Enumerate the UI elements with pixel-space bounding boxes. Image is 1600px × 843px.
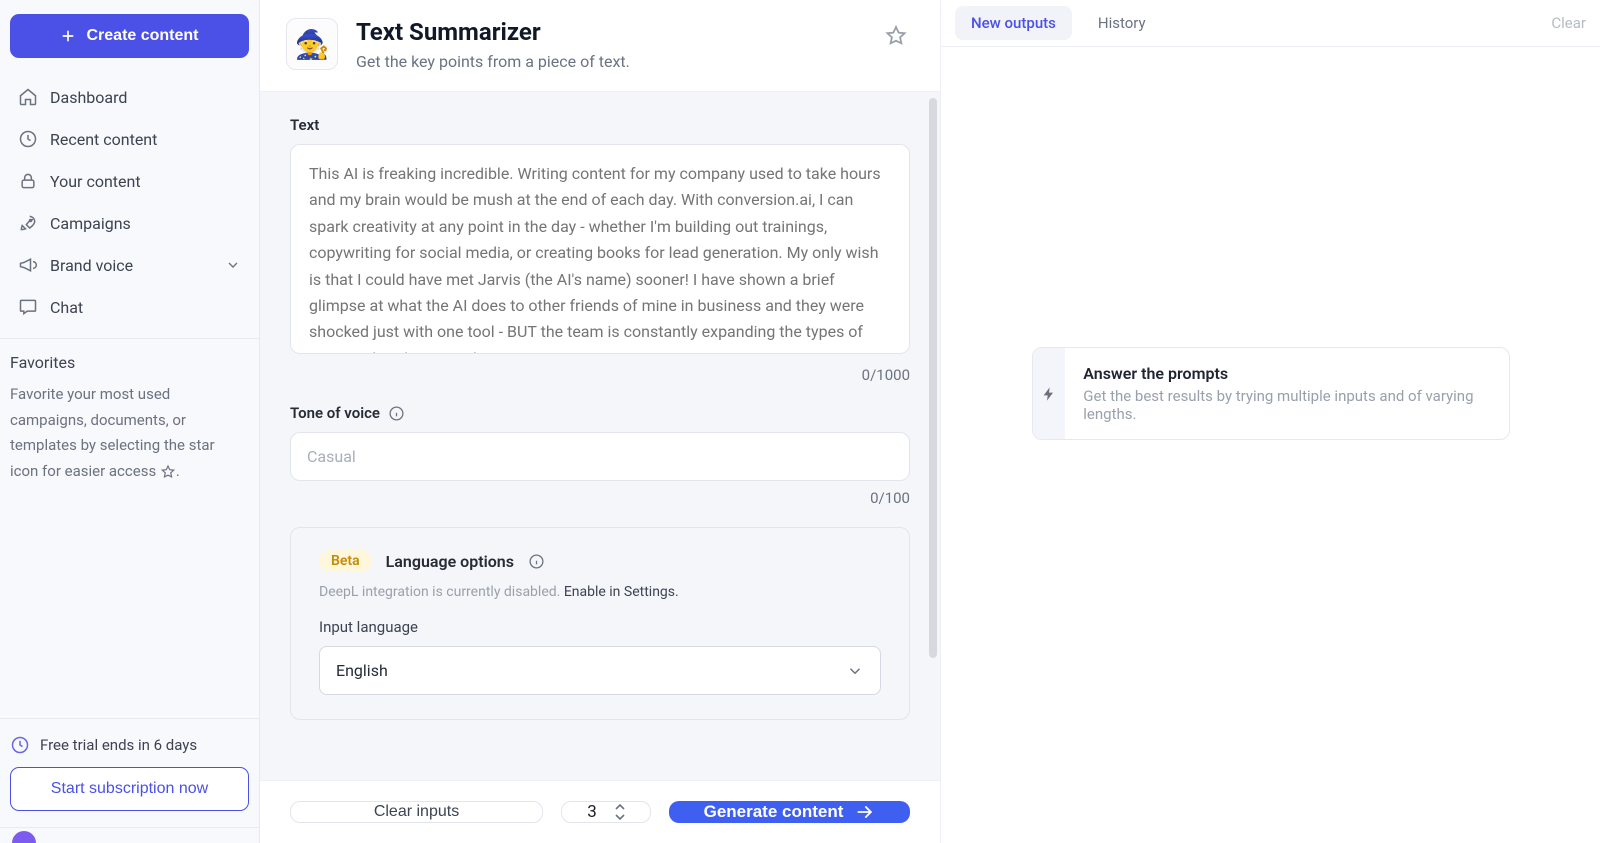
tone-input[interactable] bbox=[290, 432, 910, 481]
sidebar-item-label: Dashboard bbox=[50, 88, 127, 107]
info-icon[interactable] bbox=[528, 553, 545, 570]
output-count-value: 3 bbox=[587, 802, 597, 822]
trial-text: Free trial ends in 6 days bbox=[40, 736, 197, 754]
template-icon: 🧙 bbox=[286, 18, 338, 70]
chevron-up-icon[interactable] bbox=[615, 803, 625, 811]
chevron-down-icon bbox=[225, 257, 241, 273]
tone-char-counter: 0/100 bbox=[290, 489, 910, 507]
sidebar-item-campaigns[interactable]: Campaigns bbox=[8, 202, 251, 244]
home-icon bbox=[18, 87, 38, 107]
sidebar: Create content Dashboard Recent content … bbox=[0, 0, 260, 843]
chevron-down-icon[interactable] bbox=[615, 813, 625, 821]
megaphone-icon bbox=[18, 255, 38, 275]
sidebar-item-brand-voice[interactable]: Brand voice bbox=[8, 244, 251, 286]
rocket-icon bbox=[18, 213, 38, 233]
bolt-icon bbox=[1033, 348, 1066, 439]
language-options-box: Beta Language options DeepL integration … bbox=[290, 527, 910, 720]
template-actions: Clear inputs 3 Generate content bbox=[260, 780, 940, 843]
template-panel: 🧙 Text Summarizer Get the key points fro… bbox=[260, 0, 940, 843]
avatar[interactable] bbox=[12, 831, 36, 843]
chat-icon bbox=[18, 297, 38, 317]
plus-icon bbox=[60, 28, 76, 44]
star-icon bbox=[160, 464, 176, 480]
sidebar-bottom: Free trial ends in 6 days Start subscrip… bbox=[0, 718, 259, 827]
favorites-header: Favorites bbox=[0, 353, 259, 382]
empty-state-subtitle: Get the best results by trying multiple … bbox=[1083, 387, 1490, 423]
clock-alert-icon bbox=[10, 735, 30, 755]
chevron-down-icon bbox=[846, 662, 864, 680]
arrow-right-icon bbox=[855, 802, 875, 822]
sidebar-tail bbox=[0, 827, 259, 843]
favorites-empty-text: Favorite your most used campaigns, docum… bbox=[0, 382, 259, 484]
empty-state-title: Answer the prompts bbox=[1083, 364, 1490, 383]
generate-label: Generate content bbox=[704, 802, 844, 822]
scrollbar-thumb[interactable] bbox=[929, 98, 937, 658]
sidebar-item-label: Recent content bbox=[50, 130, 157, 149]
sidebar-item-dashboard[interactable]: Dashboard bbox=[8, 76, 251, 118]
scrollbar-track bbox=[928, 98, 938, 725]
sidebar-item-label: Brand voice bbox=[50, 256, 133, 275]
clear-outputs-link[interactable]: Clear bbox=[1551, 14, 1586, 32]
start-subscription-button[interactable]: Start subscription now bbox=[10, 767, 249, 811]
sidebar-item-label: Chat bbox=[50, 298, 83, 317]
template-subtitle: Get the key points from a piece of text. bbox=[356, 52, 630, 71]
input-language-select[interactable]: English bbox=[319, 646, 881, 695]
language-note-prefix: DeepL integration is currently disabled. bbox=[319, 584, 564, 600]
create-content-button[interactable]: Create content bbox=[10, 14, 249, 58]
favorite-toggle-button[interactable] bbox=[878, 18, 914, 54]
template-title: Text Summarizer bbox=[356, 18, 630, 46]
language-options-header: Beta Language options bbox=[319, 550, 881, 572]
enable-in-settings-link[interactable]: Enable in Settings. bbox=[564, 584, 679, 600]
favorites-text-prefix: Favorite your most used campaigns, docum… bbox=[10, 385, 215, 480]
clear-inputs-button[interactable]: Clear inputs bbox=[290, 801, 543, 823]
tab-history[interactable]: History bbox=[1082, 6, 1162, 40]
sidebar-item-chat[interactable]: Chat bbox=[8, 286, 251, 328]
text-field-label: Text bbox=[290, 116, 910, 134]
stepper-controls bbox=[615, 803, 625, 821]
template-form: Text 0/1000 Tone of voice 0/100 Beta Lan… bbox=[260, 92, 940, 843]
template-header: 🧙 Text Summarizer Get the key points fro… bbox=[260, 0, 940, 92]
generate-content-button[interactable]: Generate content bbox=[669, 801, 910, 823]
clock-icon bbox=[18, 129, 38, 149]
sidebar-item-label: Campaigns bbox=[50, 214, 131, 233]
text-input[interactable] bbox=[290, 144, 910, 354]
lock-icon bbox=[18, 171, 38, 191]
create-content-label: Create content bbox=[86, 27, 198, 45]
trial-status: Free trial ends in 6 days bbox=[6, 735, 253, 767]
favorites-text-suffix: . bbox=[176, 462, 180, 480]
tone-field-label: Tone of voice bbox=[290, 404, 910, 422]
output-body: Answer the prompts Get the best results … bbox=[941, 47, 1600, 843]
text-char-counter: 0/1000 bbox=[290, 366, 910, 384]
sidebar-item-label: Your content bbox=[50, 172, 141, 191]
output-tabs: New outputs History Clear bbox=[941, 0, 1600, 47]
language-options-title: Language options bbox=[386, 552, 514, 571]
sidebar-nav: Dashboard Recent content Your content Ca… bbox=[0, 70, 259, 328]
beta-badge: Beta bbox=[319, 550, 372, 572]
tab-new-outputs[interactable]: New outputs bbox=[955, 6, 1072, 40]
output-count-stepper[interactable]: 3 bbox=[561, 801, 651, 823]
empty-state-card: Answer the prompts Get the best results … bbox=[1032, 347, 1510, 440]
input-language-label: Input language bbox=[319, 618, 881, 636]
language-note: DeepL integration is currently disabled.… bbox=[319, 584, 881, 600]
sidebar-item-recent-content[interactable]: Recent content bbox=[8, 118, 251, 160]
tone-label-text: Tone of voice bbox=[290, 404, 380, 422]
sidebar-item-your-content[interactable]: Your content bbox=[8, 160, 251, 202]
sidebar-divider bbox=[0, 338, 259, 339]
input-language-value: English bbox=[336, 661, 388, 680]
output-panel: New outputs History Clear Answer the pro… bbox=[940, 0, 1600, 843]
info-icon[interactable] bbox=[388, 405, 405, 422]
